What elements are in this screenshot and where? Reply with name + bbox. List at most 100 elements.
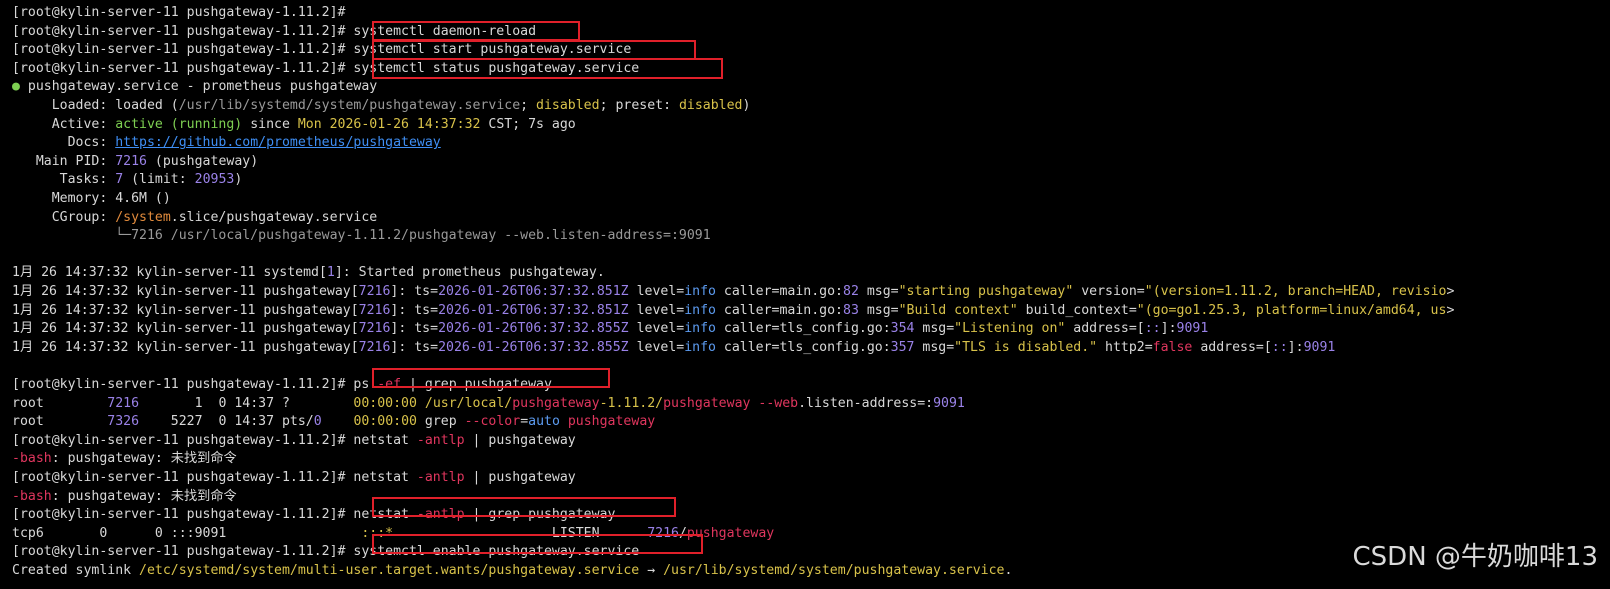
terminal-text: 1月 26 14:37:32 kylin-server-11 pushgatew… [12, 339, 359, 355]
terminal-text: disabled [678, 98, 743, 113]
terminal-text: ]: ts= [390, 302, 439, 318]
terminal-text: pushgateway.service - prometheus pushgat… [19, 79, 378, 95]
terminal-line: [root@kylin-server-11 pushgateway-1.11.2… [12, 4, 345, 23]
terminal-line: ● pushgateway.service - prometheus pushg… [12, 78, 377, 97]
terminal-text: ) [234, 172, 243, 188]
terminal-text: :: [1144, 321, 1161, 337]
terminal-text: pushgateway [663, 395, 751, 411]
terminal-text: 2026-01-26T06:37:32.855Z [438, 321, 629, 337]
terminal-text: 7216 [358, 284, 391, 299]
terminal-line: -bash: pushgateway: 未找到命令 [12, 450, 237, 469]
terminal-text: (limit: [123, 172, 195, 188]
terminal-text: ; preset: [599, 98, 679, 113]
terminal-text: . [1004, 563, 1013, 578]
terminal-text: --color [464, 414, 521, 430]
terminal-text: : pushgateway: 未找到命令 [51, 488, 237, 504]
terminal-text: 9091 [1303, 339, 1336, 355]
docs-link[interactable]: https://github.com/prometheus/pushgatewa… [115, 135, 441, 150]
terminal-text: 7216 [115, 153, 147, 169]
terminal-text: disabled [536, 98, 600, 113]
terminal-text: "(version=1.11.2, branch=HEAD, revisio [1144, 284, 1447, 299]
terminal-text: [root@kylin-server-11 pushgateway-1.11.2… [12, 432, 417, 448]
terminal-text: 2026-01-26T06:37:32.851Z [438, 284, 629, 299]
terminal-text: [root@kylin-server-11 pushgateway-1.11.2… [12, 377, 378, 392]
terminal-text: Loaded: loaded ( [12, 98, 179, 113]
terminal-line: 1月 26 14:37:32 kylin-server-11 pushgatew… [12, 339, 1335, 358]
terminal-text: Active: [12, 116, 116, 132]
terminal-text: /system [115, 209, 171, 225]
terminal-text: pushgateway [512, 395, 600, 411]
terminal-text: ]: ts= [390, 284, 439, 299]
terminal-text: → [639, 563, 664, 578]
terminal-text: /etc/systemd/system/multi-user.target.wa… [139, 563, 640, 578]
highlight-status-command [372, 58, 723, 79]
terminal-text: info [684, 339, 716, 355]
terminal-text: level= [628, 302, 685, 318]
terminal-line: 1月 26 14:37:32 kylin-server-11 pushgatew… [12, 320, 1208, 339]
terminal-text: [root@kylin-server-11 pushgateway-1.11.2… [12, 470, 417, 485]
terminal-text: http2= [1097, 339, 1153, 355]
terminal-text: > [1446, 302, 1455, 318]
terminal-text: 1月 26 14:37:32 kylin-server-11 systemd[ [12, 265, 327, 281]
terminal-line: CGroup: /system.slice/pushgateway.servic… [12, 209, 378, 228]
terminal-text: caller=tls_config.go: [715, 339, 891, 355]
terminal-text: ]: Started prometheus pushgateway. [334, 265, 605, 281]
terminal-text: 7216 [358, 321, 391, 337]
terminal-text: msg= [914, 321, 955, 337]
terminal-text: address=[ [1192, 339, 1272, 355]
terminal-text: 357 [890, 339, 915, 355]
terminal-text: | pushgateway [464, 432, 576, 448]
terminal-text: /usr/lib/systemd/system/pushgateway.serv… [663, 563, 1005, 578]
terminal-text: = [520, 414, 529, 430]
terminal-text: caller=main.go: [715, 284, 844, 299]
terminal-text: -antlp [416, 470, 465, 485]
terminal-text: msg= [858, 284, 899, 299]
terminal-text: 7216 [107, 395, 140, 411]
terminal-text: 20953 [194, 172, 235, 188]
terminal-line: -bash: pushgateway: 未找到命令 [12, 488, 237, 507]
terminal-window[interactable]: [root@kylin-server-11 pushgateway-1.11.2… [0, 0, 1610, 589]
terminal-text: ; [520, 98, 537, 113]
terminal-text: (pushgateway) [146, 153, 259, 169]
terminal-text: 1 0 14:37 ? [139, 395, 354, 411]
terminal-text: root [12, 395, 108, 411]
terminal-text: 1月 26 14:37:32 kylin-server-11 pushgatew… [12, 321, 359, 337]
terminal-text: 2026-01-26T06:37:32.855Z [438, 339, 629, 355]
terminal-text: Created symlink [12, 563, 140, 578]
terminal-text: 7216 [358, 302, 391, 318]
terminal-text: | pushgateway [464, 470, 576, 485]
terminal-line: root 7326 5227 0 14:37 pts/0 00:00:00 gr… [12, 413, 655, 432]
terminal-text: -bash [12, 488, 52, 504]
terminal-text: ) [742, 98, 751, 113]
terminal-text: .listen-address=: [798, 395, 934, 411]
terminal-text: active (running) [115, 116, 243, 132]
terminal-text: root [12, 414, 108, 430]
terminal-text: msg= [858, 302, 899, 318]
terminal-text: ● [12, 79, 20, 95]
terminal-text: -1.11.2/ [599, 395, 664, 411]
terminal-text: --web [758, 395, 799, 411]
terminal-text: 7 [115, 172, 124, 188]
terminal-text: > [1446, 284, 1455, 299]
terminal-line: Tasks: 7 (limit: 20953) [12, 171, 243, 190]
terminal-text: 1月 26 14:37:32 kylin-server-11 pushgatew… [12, 302, 359, 318]
terminal-text: 5227 0 14:37 pts/ [139, 414, 314, 430]
terminal-text: 1 [326, 265, 335, 281]
terminal-text: -antlp [416, 432, 465, 448]
terminal-text: info [684, 284, 716, 299]
terminal-text: address=[ [1065, 321, 1145, 337]
terminal-text: 9091 [1176, 321, 1209, 337]
terminal-text: "TLS is disabled." [954, 339, 1098, 355]
terminal-text: 1月 26 14:37:32 kylin-server-11 pushgatew… [12, 284, 359, 299]
terminal-text: caller=tls_config.go: [715, 321, 891, 337]
terminal-text: Mon 2026-01-26 14:37:32 [297, 116, 481, 132]
terminal-text: -bash [12, 451, 52, 467]
terminal-text: [root@kylin-server-11 pushgateway-1.11.2… [12, 507, 417, 523]
terminal-text: 0 [313, 414, 322, 430]
terminal-line: root 7216 1 0 14:37 ? 00:00:00 /usr/loca… [12, 395, 965, 414]
terminal-text: level= [628, 284, 685, 299]
terminal-text: .slice/pushgateway.service [170, 209, 378, 225]
terminal-text: 9091 [933, 395, 965, 411]
terminal-line: 1月 26 14:37:32 kylin-server-11 pushgatew… [12, 302, 1454, 321]
